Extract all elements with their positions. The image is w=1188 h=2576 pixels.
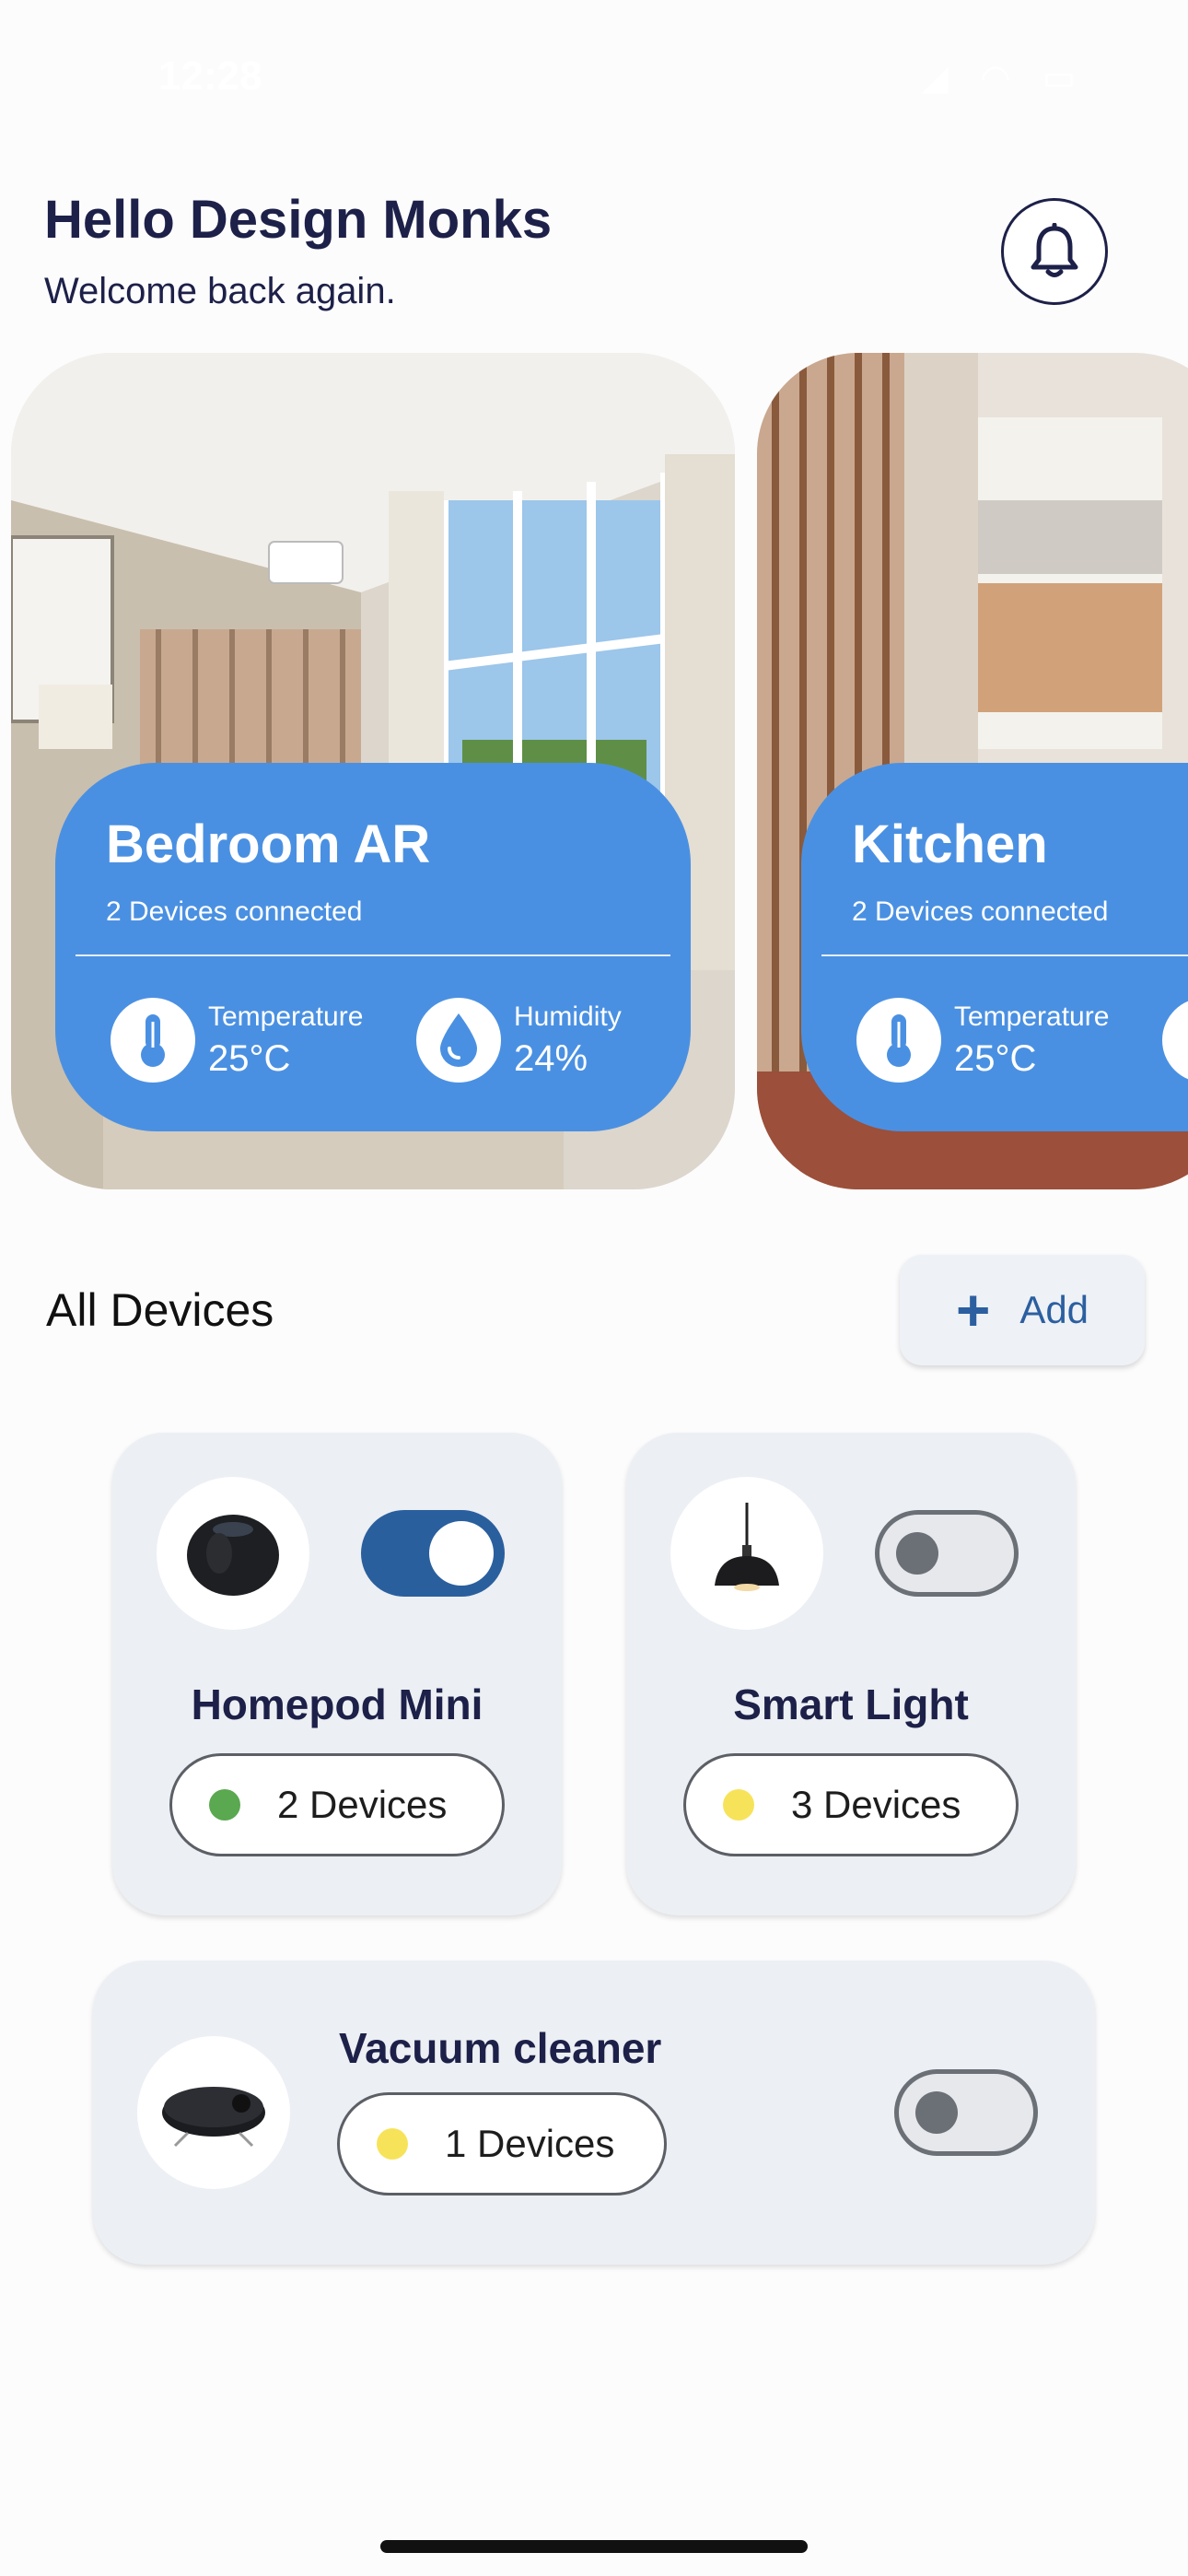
- room-info-panel: Bedroom AR 2 Devices connected Temperatu…: [55, 763, 691, 1131]
- plus-icon: +: [955, 1277, 991, 1343]
- room-name: Bedroom AR: [106, 814, 431, 874]
- room-devices-connected: 2 Devices connected: [852, 896, 1109, 927]
- greeting: Hello Design Monks Welcome back again.: [44, 189, 552, 312]
- greeting-subtitle: Welcome back again.: [44, 271, 396, 311]
- divider: [821, 954, 1188, 956]
- temperature-value: 25°C: [954, 1037, 1037, 1079]
- device-count: 3 Devices: [791, 1783, 961, 1826]
- device-name: Smart Light: [733, 1680, 969, 1728]
- device-count-badge: 3 Devices: [683, 1753, 1019, 1856]
- humidity-value: 24%: [514, 1037, 588, 1079]
- section-title: All Devices: [46, 1284, 274, 1336]
- toggle-knob: [915, 2091, 958, 2134]
- pendant-lamp-image: [670, 1477, 823, 1630]
- droplet-icon: [1162, 998, 1188, 1083]
- device-count: 2 Devices: [277, 1783, 448, 1826]
- temperature-label: Temperature: [208, 1001, 364, 1032]
- room-card-kitchen[interactable]: Kitchen 2 Devices connected Temperature …: [757, 353, 1188, 1189]
- device-name: Homepod Mini: [191, 1680, 483, 1728]
- greeting-title: Hello Design Monks: [44, 190, 553, 250]
- temperature-value: 25°C: [208, 1037, 291, 1079]
- humidity-metric: [1162, 998, 1188, 1083]
- device-card-smart-light[interactable]: Smart Light 3 Devices: [626, 1433, 1076, 1915]
- add-device-button[interactable]: + Add: [900, 1255, 1145, 1365]
- device-count: 1 Devices: [445, 2122, 615, 2165]
- status-dot: [209, 1789, 240, 1821]
- status-dot: [723, 1789, 754, 1821]
- status-icons: ◢ ◠ ▭: [921, 59, 1087, 98]
- temperature-metric: Temperature 25°C: [856, 998, 1109, 1083]
- status-time: 12:28: [158, 53, 262, 99]
- divider: [76, 954, 670, 956]
- room-name: Kitchen: [852, 814, 1048, 874]
- device-count-badge: 1 Devices: [337, 2092, 667, 2195]
- status-bar: 12:28 ◢ ◠ ▭: [0, 0, 1188, 138]
- toggle-knob: [429, 1521, 494, 1586]
- homepod-toggle[interactable]: [361, 1510, 505, 1597]
- vacuum-toggle[interactable]: [894, 2069, 1038, 2156]
- droplet-icon: [416, 998, 501, 1083]
- homepod-image: [157, 1477, 309, 1630]
- toggle-knob: [896, 1532, 938, 1575]
- temperature-label: Temperature: [954, 1001, 1110, 1032]
- device-name: Vacuum cleaner: [339, 2024, 662, 2072]
- device-count-badge: 2 Devices: [169, 1753, 505, 1856]
- humidity-metric: Humidity 24%: [416, 998, 622, 1083]
- smart-light-toggle[interactable]: [875, 1510, 1019, 1597]
- thermometer-icon: [856, 998, 941, 1083]
- bell-icon: [1031, 223, 1078, 277]
- device-card-homepod[interactable]: Homepod Mini 2 Devices: [112, 1433, 562, 1915]
- device-card-vacuum[interactable]: Vacuum cleaner 1 Devices: [93, 1961, 1095, 2265]
- room-devices-connected: 2 Devices connected: [106, 896, 363, 927]
- robot-vacuum-image: [137, 2036, 290, 2189]
- notification-button[interactable]: [1001, 198, 1108, 305]
- room-card-bedroom[interactable]: Bedroom AR 2 Devices connected Temperatu…: [11, 353, 735, 1189]
- humidity-label: Humidity: [514, 1001, 622, 1032]
- temperature-metric: Temperature 25°C: [111, 998, 363, 1083]
- room-info-panel: Kitchen 2 Devices connected Temperature …: [801, 763, 1188, 1131]
- status-dot: [377, 2128, 408, 2160]
- add-label: Add: [1019, 1288, 1089, 1331]
- thermometer-icon: [111, 998, 195, 1083]
- home-indicator: [380, 2540, 808, 2553]
